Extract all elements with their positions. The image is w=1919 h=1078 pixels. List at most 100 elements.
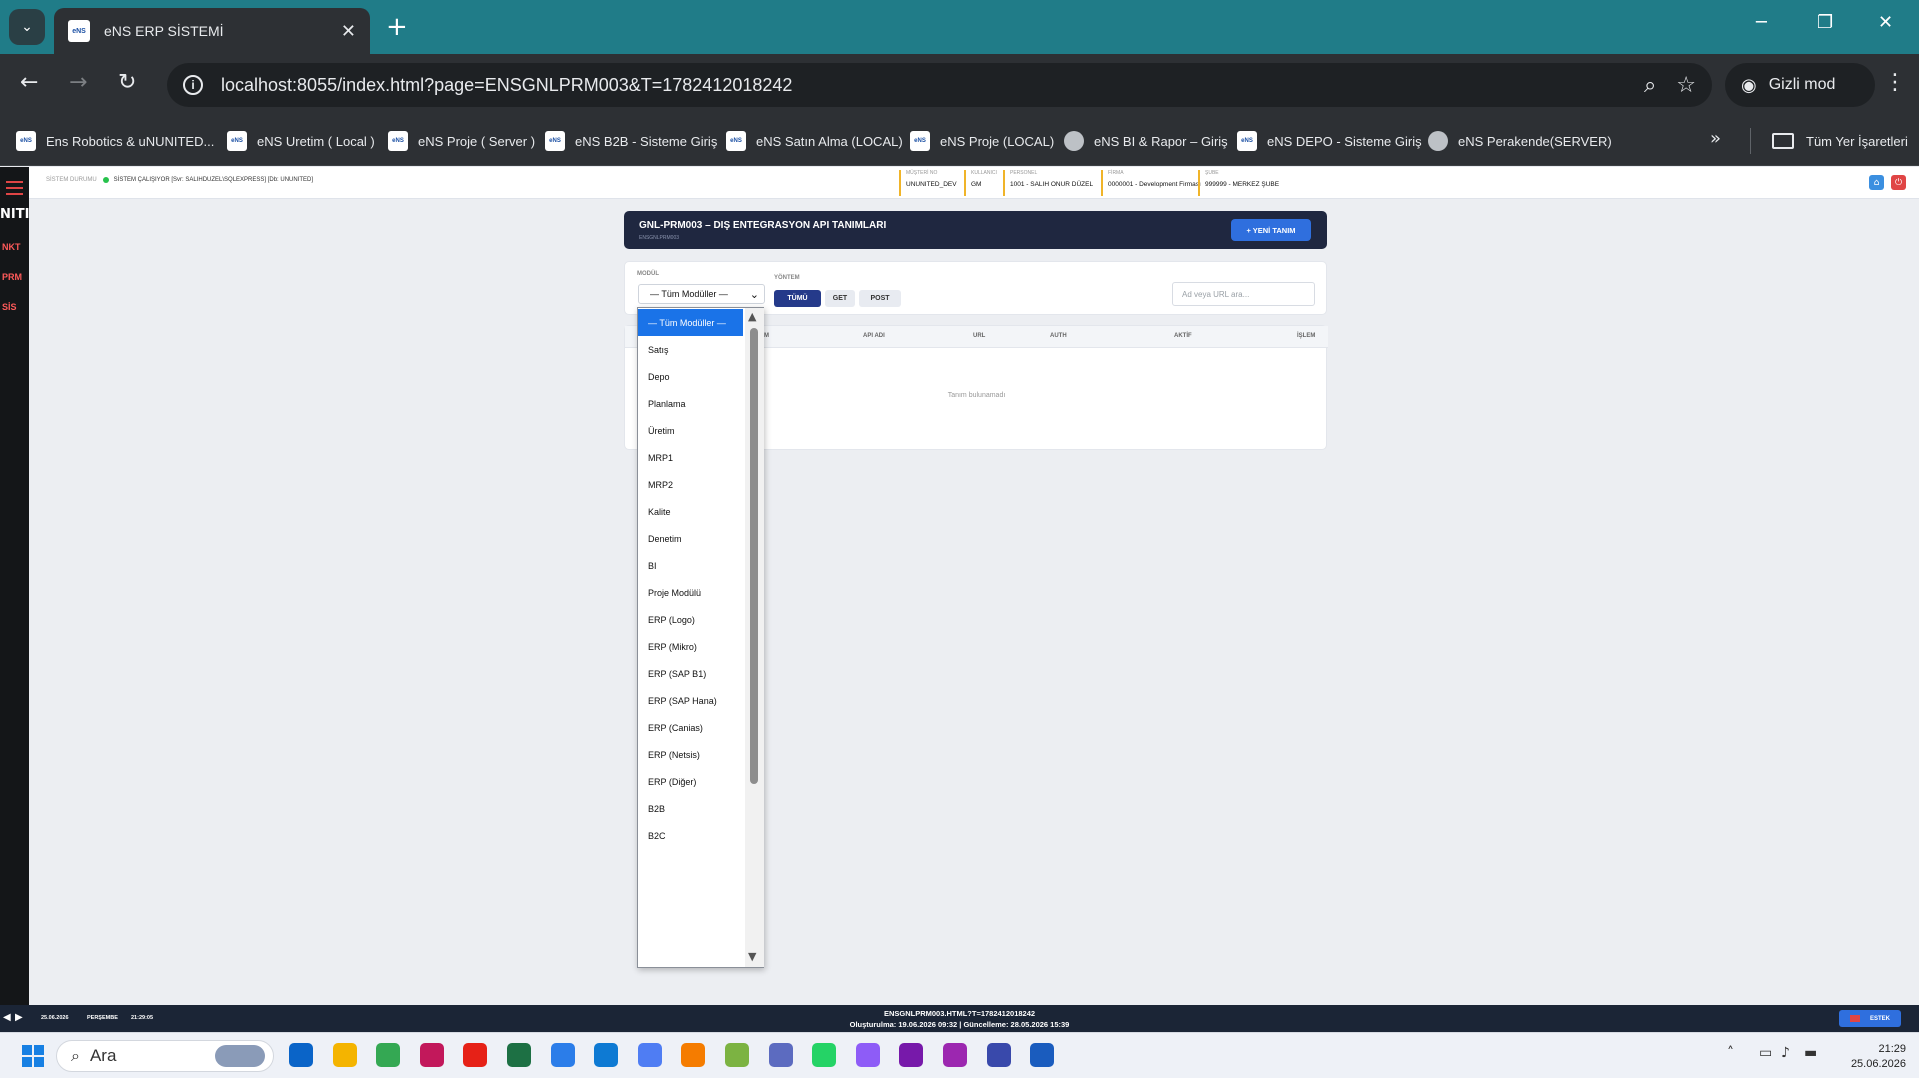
bookmark-item[interactable]: eNS Perakende(SERVER) — [1428, 116, 1612, 166]
logout-icon[interactable]: ⏻ — [1891, 175, 1906, 190]
youtube-icon[interactable] — [463, 1043, 488, 1067]
dropdown-option[interactable]: ERP (Mikro) — [638, 633, 743, 660]
hamburger-menu-icon[interactable] — [6, 181, 23, 199]
dropdown-option[interactable]: Depo — [638, 363, 743, 390]
method-all-button[interactable]: TÜMÜ — [774, 290, 821, 307]
vscode-icon[interactable] — [594, 1043, 619, 1067]
bookmark-item[interactable]: eNS eNS Uretim ( Local ) — [227, 116, 375, 166]
dropdown-option[interactable]: BI — [638, 552, 743, 579]
site-info-icon[interactable]: i — [183, 75, 203, 95]
dropdown-option[interactable]: B2B — [638, 795, 743, 822]
dropdown-option[interactable]: MRP2 — [638, 471, 743, 498]
page-subtitle: ENSGNLPRM003 — [639, 235, 680, 241]
dropdown-option[interactable]: MRP1 — [638, 444, 743, 471]
dropdown-option[interactable]: ERP (SAP B1) — [638, 660, 743, 687]
gemini-icon[interactable] — [637, 1043, 662, 1067]
word-icon[interactable] — [1030, 1043, 1055, 1067]
support-badge-label: ESTEK — [1869, 1015, 1890, 1022]
address-bar[interactable]: i localhost:8055/index.html?page=ENSGNLP… — [167, 63, 1712, 107]
all-bookmarks[interactable]: Tüm Yer İşaretleri — [1772, 116, 1908, 166]
chrome-icon[interactable] — [376, 1043, 401, 1067]
bookmark-item[interactable]: eNS eNS Proje ( Server ) — [388, 116, 535, 166]
dropdown-option[interactable]: Planlama — [638, 390, 743, 417]
sidebar-item-prm[interactable]: PRM — [2, 272, 22, 282]
notepad-icon[interactable] — [550, 1043, 575, 1067]
ssms-icon[interactable] — [986, 1043, 1011, 1067]
new-tab-button[interactable]: + — [386, 12, 408, 42]
back-arrow-icon[interactable]: ← — [20, 70, 38, 95]
app-tools-icon[interactable] — [725, 1043, 749, 1067]
tab-search-button[interactable]: ⌄ — [9, 9, 45, 45]
dropdown-option[interactable]: ERP (Logo) — [638, 606, 743, 633]
column-header: AKTİF — [1174, 333, 1192, 339]
tray-chevron-up-icon[interactable]: ˄ — [1727, 1045, 1734, 1061]
home-icon[interactable]: ⌂ — [1869, 175, 1884, 190]
tray-display-icon[interactable]: ▭ — [1759, 1045, 1772, 1061]
dropdown-option[interactable]: ERP (Canias) — [638, 714, 743, 741]
outlook-icon[interactable] — [289, 1043, 313, 1067]
forward-arrow-icon[interactable]: → — [69, 70, 87, 95]
zoom-icon[interactable]: ⌕ — [1644, 73, 1656, 98]
taskbar-search[interactable]: ⌕ Ara — [56, 1040, 274, 1072]
scroll-up-icon[interactable]: ▲ — [748, 310, 756, 323]
support-badge[interactable]: ESTEK — [1839, 1010, 1901, 1027]
windows-start-icon[interactable] — [22, 1045, 44, 1067]
method-get-button[interactable]: GET — [825, 290, 855, 307]
dropdown-option[interactable]: B2C — [638, 822, 743, 849]
dropdown-scrollbar[interactable]: ▲ ▼ — [745, 308, 764, 967]
bookmark-item[interactable]: eNS eNS Proje (LOCAL) — [910, 116, 1054, 166]
dropdown-option[interactable]: Proje Modülü — [638, 579, 743, 606]
snipping-tool-icon[interactable] — [419, 1043, 444, 1067]
taskbar-clock[interactable]: 21:29 25.06.2026 — [1840, 1042, 1906, 1072]
dropdown-option[interactable]: ERP (Diğer) — [638, 768, 743, 795]
module-select[interactable]: — Tüm Modüller — ⌄ — [638, 284, 765, 304]
minimize-icon[interactable]: ─ — [1756, 12, 1767, 33]
app-a-icon[interactable] — [768, 1043, 793, 1067]
dropdown-option[interactable]: Üretim — [638, 417, 743, 444]
clock-time: 21:29 — [1878, 1043, 1906, 1055]
method-post-button[interactable]: POST — [859, 290, 901, 307]
onenote-icon[interactable] — [899, 1043, 924, 1067]
taskbar-search-label: Ara — [89, 1046, 117, 1065]
app-stack-icon[interactable] — [943, 1043, 967, 1067]
module-dropdown-list[interactable]: — Tüm Modüller — Satış Depo Planlama Üre… — [637, 307, 764, 968]
bookmark-item[interactable]: eNS eNS DEPO - Sisteme Giriş — [1237, 116, 1422, 166]
search-input[interactable]: Ad veya URL ara... — [1172, 282, 1315, 306]
more-menu-icon[interactable]: ⋮ — [1884, 70, 1906, 95]
restore-icon[interactable]: ❐ — [1817, 12, 1833, 33]
bookmark-item[interactable]: eNS Ens Robotics & uNUNITED... — [16, 116, 214, 166]
bookmark-star-icon[interactable]: ☆ — [1676, 73, 1696, 98]
reload-icon[interactable]: ↻ — [118, 70, 136, 95]
dropdown-option[interactable]: ERP (Netsis) — [638, 741, 743, 768]
cell-label: PERSONEL — [1010, 170, 1038, 176]
dropdown-option[interactable]: Kalite — [638, 498, 743, 525]
bookmark-label: eNS BI & Rapor – Giriş — [1094, 133, 1228, 149]
personnel-cell: PERSONEL 1001 - SALIH ONUR DÜZEL — [1003, 170, 1093, 196]
new-definition-button[interactable]: + YENİ TANIM — [1231, 219, 1311, 241]
sidebar-item-sis[interactable]: SİS — [2, 302, 17, 312]
browser-tab[interactable]: eNS eNS ERP SİSTEMİ ✕ — [54, 8, 370, 54]
bookmark-item[interactable]: eNS BI & Rapor – Giriş — [1064, 116, 1228, 166]
whatsapp-icon[interactable] — [812, 1043, 837, 1067]
scroll-down-icon[interactable]: ▼ — [748, 950, 756, 963]
tray-volume-icon[interactable]: ♪ — [1781, 1045, 1790, 1061]
url-text[interactable]: localhost:8055/index.html?page=ENSGNLPRM… — [221, 75, 1624, 96]
dropdown-option[interactable]: ERP (SAP Hana) — [638, 687, 743, 714]
copilot-icon[interactable] — [855, 1043, 880, 1067]
dropdown-option[interactable]: Satış — [638, 336, 743, 363]
dropdown-option[interactable]: — Tüm Modüller — — [638, 309, 743, 336]
sidebar-item-nkt[interactable]: NKT — [2, 242, 21, 252]
excel-icon[interactable] — [507, 1043, 531, 1067]
bookmark-item[interactable]: eNS eNS Satın Alma (LOCAL) — [726, 116, 903, 166]
ens-icon: eNS — [227, 131, 247, 151]
scrollbar-thumb[interactable] — [750, 328, 758, 784]
close-icon[interactable]: ✕ — [341, 21, 356, 42]
tray-battery-icon[interactable]: ▬ — [1804, 1045, 1817, 1061]
dropdown-option[interactable]: Denetim — [638, 525, 743, 552]
double-chevron-icon[interactable]: » — [1710, 128, 1721, 149]
bookmark-item[interactable]: eNS eNS B2B - Sisteme Giriş — [545, 116, 717, 166]
incognito-indicator[interactable]: ◉ Gizli mod — [1725, 63, 1875, 107]
close-window-icon[interactable]: ✕ — [1878, 12, 1893, 33]
app-circle-icon[interactable] — [681, 1043, 706, 1067]
file-explorer-icon[interactable] — [332, 1043, 357, 1067]
